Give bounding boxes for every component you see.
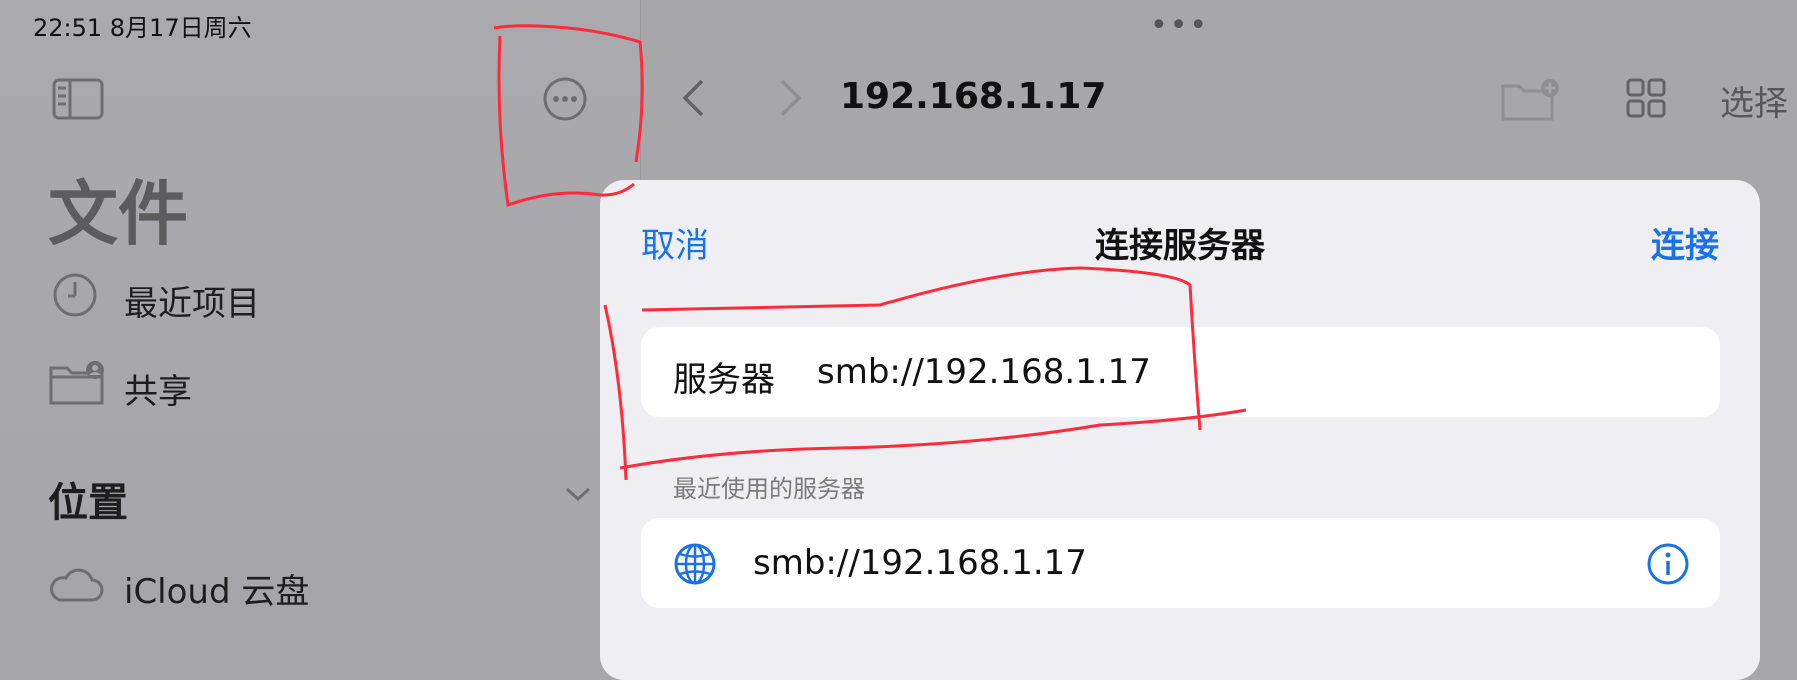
sidebar-item-icloud[interactable]: iCloud 云盘 (48, 556, 568, 612)
clock-icon (52, 272, 98, 322)
recent-server-item[interactable]: smb://192.168.1.17 (641, 518, 1720, 608)
status-time-date: 22:51 8月17日周六 (33, 14, 252, 42)
sidebar-item-shared[interactable]: 共享 (48, 356, 568, 412)
sidebar-item-label: 最近项目 (124, 284, 260, 324)
cloud-icon (48, 564, 104, 608)
sidebar-title: 文件 (48, 173, 188, 255)
globe-icon (673, 542, 717, 590)
sheet-title: 连接服务器 (1095, 226, 1265, 266)
locations-section-title: 位置 (48, 480, 128, 526)
server-field[interactable]: 服务器 smb://192.168.1.17 (641, 327, 1720, 417)
connect-button[interactable]: 连接 (1651, 218, 1719, 267)
new-folder-icon[interactable] (1500, 78, 1562, 126)
multitasking-dots-icon[interactable]: ••• (1150, 8, 1209, 43)
connect-server-sheet: 取消 连接服务器 连接 服务器 smb://192.168.1.17 最近使用的… (600, 180, 1760, 680)
sidebar-item-label: iCloud 云盘 (124, 572, 310, 612)
chevron-down-icon[interactable] (563, 484, 593, 508)
sidebar-item-label: 共享 (124, 372, 192, 412)
server-input[interactable]: smb://192.168.1.17 (817, 352, 1151, 392)
more-options-icon[interactable] (542, 76, 588, 126)
current-path-title: 192.168.1.17 (840, 76, 1107, 117)
shared-folder-icon (48, 360, 108, 410)
sidebar: 22:51 8月17日周六 文件 最近项目 共享 位置 iCloud 云盘 (0, 0, 640, 648)
server-field-label: 服务器 (673, 360, 775, 400)
recent-server-address: smb://192.168.1.17 (753, 543, 1087, 583)
info-icon[interactable] (1646, 542, 1690, 590)
grid-view-icon[interactable] (1626, 78, 1666, 122)
sidebar-toggle-icon[interactable] (52, 78, 104, 124)
forward-chevron-icon[interactable] (778, 78, 804, 122)
select-button[interactable]: 选择 (1720, 76, 1788, 125)
sidebar-item-recents[interactable]: 最近项目 (48, 268, 568, 324)
back-chevron-icon[interactable] (680, 78, 706, 122)
recent-servers-header: 最近使用的服务器 (673, 475, 865, 503)
